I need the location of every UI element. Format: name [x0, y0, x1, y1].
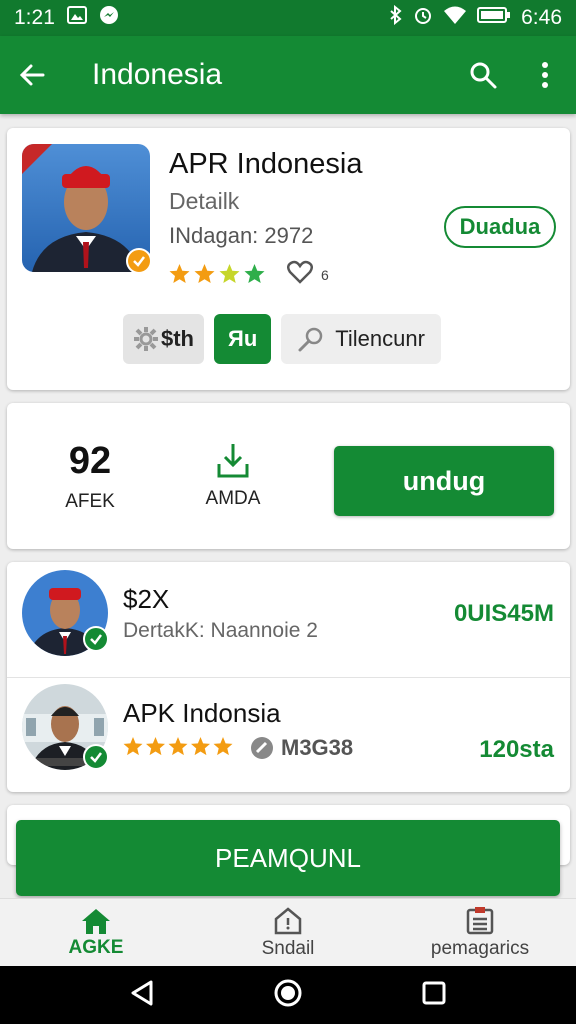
list-item-title: $2X — [123, 584, 170, 614]
tag-icon — [251, 737, 273, 759]
alarm-icon — [413, 5, 433, 31]
list-item-meta: 120sta — [479, 736, 554, 763]
star-icon — [146, 737, 165, 756]
star-icon — [168, 737, 188, 756]
verified-badge-icon — [83, 626, 109, 652]
verified-badge-icon — [83, 744, 109, 770]
triangle-back-icon — [131, 980, 153, 1005]
status-time-right: 6:46 — [521, 6, 562, 29]
circle-home-icon — [274, 979, 302, 1006]
star-icon — [194, 263, 215, 283]
list-icon — [466, 906, 494, 934]
star-icon — [123, 737, 143, 756]
star-icon — [213, 737, 233, 756]
heart-icon[interactable] — [287, 260, 313, 289]
outline-action-button[interactable]: Duadua — [444, 206, 556, 248]
magnifier-icon — [298, 327, 323, 352]
gear-icon — [134, 327, 158, 351]
list-item-meta-label: M3G38 — [281, 735, 354, 760]
nav-item-label: pemagarics — [430, 937, 530, 959]
list-item-rating-row: M3G38 — [123, 735, 353, 761]
install-button[interactable]: undug — [334, 446, 554, 516]
rating-label: AFEK — [65, 490, 115, 512]
list-item-meta: 0UIS45M — [453, 600, 554, 627]
star-icon — [219, 263, 240, 283]
house-outline-icon — [274, 906, 302, 934]
search-button[interactable] — [452, 36, 514, 114]
system-recents-button[interactable] — [421, 980, 447, 1011]
star-rating — [123, 737, 233, 756]
download-icon — [217, 444, 249, 478]
nav-item-label: Sndail — [261, 937, 315, 959]
rating-row: 6 — [169, 260, 329, 289]
home-icon — [82, 908, 110, 934]
app-bar-title: Indonesia — [92, 58, 223, 91]
nav-item-home[interactable]: AGKE — [0, 899, 192, 966]
search-chip-label: Tilencunr — [335, 326, 425, 351]
search-icon — [470, 62, 497, 89]
related-apps-list: $2X DertakK: Naannoie 2 0UIS45M APK Indo… — [7, 562, 570, 792]
system-back-button[interactable] — [129, 979, 155, 1012]
primary-bottom-button[interactable]: PEAMQUNL — [16, 820, 560, 896]
status-time-left: 1:21 — [14, 6, 55, 29]
list-item[interactable]: APK Indonsia M3G38 120sta — [7, 677, 570, 792]
more-vert-icon — [542, 62, 548, 88]
bottom-navigation: AGKE Sndail pemagarics — [0, 898, 576, 966]
system-home-button[interactable] — [273, 978, 303, 1013]
green-chip[interactable]: Яu — [214, 314, 272, 364]
nav-item-label: AGKE — [68, 936, 124, 958]
app-name: APR Indonesia — [169, 148, 363, 180]
bluetooth-icon — [389, 4, 403, 31]
messenger-icon — [99, 5, 119, 31]
stats-card: 92 AFEK AMDA undug — [7, 403, 570, 549]
settings-chip-label: $th — [161, 326, 194, 351]
more-options-button[interactable] — [514, 36, 576, 114]
download-label: AMDA — [205, 488, 261, 509]
app-bar: Indonesia — [0, 36, 576, 114]
verified-badge-icon — [126, 248, 152, 274]
settings-chip[interactable]: $th — [123, 314, 204, 364]
star-icon — [191, 737, 210, 756]
search-chip[interactable]: Tilencunr — [281, 314, 441, 364]
star-rating — [169, 263, 265, 283]
wifi-icon — [443, 5, 467, 31]
list-item[interactable]: $2X DertakK: Naannoie 2 0UIS45M — [7, 562, 570, 677]
back-arrow-icon — [19, 64, 45, 86]
chip-row: $th Яu Tilencunr — [123, 314, 441, 364]
list-item-title: APK Indonsia — [123, 698, 281, 728]
download-stat: AMDA — [173, 403, 293, 549]
star-icon — [244, 263, 265, 283]
back-button[interactable] — [0, 36, 64, 114]
battery-icon — [477, 6, 511, 30]
rating-value: 92 — [68, 439, 112, 482]
status-bar: 1:21 6:46 — [0, 0, 576, 36]
rating-stat: 92 AFEK — [27, 403, 153, 549]
app-header-card: APR Indonesia Detailk INdagan: 2972 6 Du… — [7, 128, 570, 390]
nav-item-third[interactable]: pemagarics — [384, 899, 576, 966]
review-count: 6 — [321, 266, 329, 283]
list-item-subtitle: DertakK: Naannoie 2 — [123, 619, 318, 642]
image-icon — [66, 6, 87, 30]
developer-name[interactable]: Detailk — [169, 188, 239, 215]
nav-item-second[interactable]: Sndail — [192, 899, 384, 966]
download-count: INdagan: 2972 — [169, 223, 314, 248]
square-recents-icon — [422, 981, 446, 1004]
star-icon — [169, 263, 190, 283]
system-navigation-bar — [0, 966, 576, 1024]
